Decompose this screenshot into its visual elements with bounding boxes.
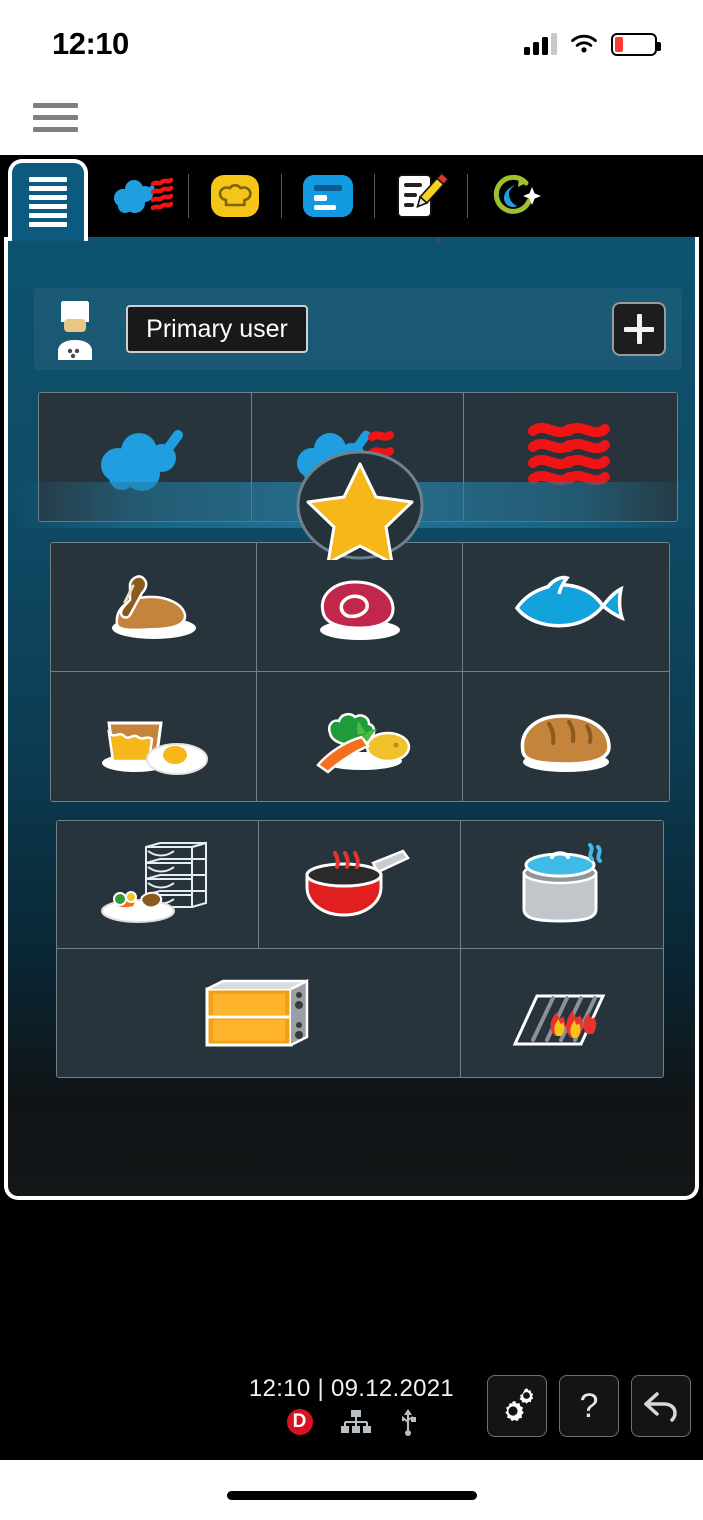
home-indicator[interactable] xyxy=(226,1491,477,1500)
wifi-icon xyxy=(571,34,597,53)
user-name-field[interactable]: Primary user xyxy=(126,305,308,353)
tab-combi-steam[interactable] xyxy=(96,155,188,237)
top-tab-bar xyxy=(0,155,703,241)
home-indicator-area xyxy=(0,1462,703,1520)
fish-icon xyxy=(514,575,625,628)
plus-icon xyxy=(624,314,654,344)
status-bar-time: 12:10 xyxy=(52,26,129,61)
cellular-signal-icon xyxy=(524,33,557,55)
notepad-pencil-icon xyxy=(397,172,448,218)
gears-icon xyxy=(505,1388,534,1422)
oven-appliance-icon xyxy=(205,978,308,1047)
banquet-rack-plate-icon xyxy=(100,841,207,923)
tool-boiling-pot[interactable] xyxy=(461,821,663,949)
tool-finishing[interactable] xyxy=(57,821,259,949)
help-button[interactable]: ? xyxy=(559,1375,619,1437)
category-bakery-bread[interactable] xyxy=(463,672,669,801)
category-fish[interactable] xyxy=(463,543,669,672)
frying-pan-icon xyxy=(305,848,410,917)
tab-cleaning[interactable] xyxy=(468,155,560,237)
pot-with-lid-icon xyxy=(522,842,602,923)
category-egg-dessert[interactable] xyxy=(51,672,257,801)
user-bar: Primary user xyxy=(34,288,682,370)
chef-hat-icon xyxy=(211,175,259,217)
battery-low-icon xyxy=(611,32,661,56)
tool-oven-unit[interactable] xyxy=(57,949,461,1077)
list-lines-icon xyxy=(29,177,67,227)
chicken-leg-icon xyxy=(111,575,196,639)
vegetables-icon xyxy=(315,712,410,774)
category-meat[interactable] xyxy=(257,543,463,672)
hamburger-menu-icon[interactable] xyxy=(33,100,78,135)
delta-badge: D xyxy=(286,1409,313,1435)
category-vegetables[interactable] xyxy=(257,672,463,801)
tab-chef-assist[interactable] xyxy=(189,155,281,237)
bread-loaf-icon xyxy=(520,713,611,772)
chef-avatar-icon xyxy=(46,298,104,360)
program-list-icon xyxy=(303,175,353,217)
add-user-button[interactable] xyxy=(612,302,666,356)
ios-status-bar: 12:10 xyxy=(0,0,703,88)
category-poultry[interactable] xyxy=(51,543,257,672)
status-bar-indicators xyxy=(524,32,661,56)
tab-manual-edit[interactable] xyxy=(375,155,467,237)
tool-grill[interactable] xyxy=(461,949,663,1077)
steam-heat-icon xyxy=(114,177,173,213)
network-icon xyxy=(340,1410,371,1433)
footer-action-buttons: ? xyxy=(487,1375,691,1437)
appliance-footer: 12:10 | 09.12.2021 D ? xyxy=(0,1205,703,1460)
appliance-screen: Primary user xyxy=(0,155,703,1205)
tool-pan-frying[interactable] xyxy=(259,821,461,949)
steak-icon xyxy=(319,580,400,640)
tab-overview-list[interactable] xyxy=(8,159,88,241)
back-arrow-icon xyxy=(644,1392,677,1422)
settings-button[interactable] xyxy=(487,1375,547,1437)
star-icon xyxy=(296,450,424,560)
clean-cycle-icon xyxy=(493,174,541,214)
food-category-grid xyxy=(50,542,670,802)
flan-egg-icon xyxy=(101,721,208,775)
main-content-panel: Primary user xyxy=(4,237,699,1200)
usb-icon xyxy=(401,1409,416,1436)
back-button[interactable] xyxy=(631,1375,691,1437)
tab-programs[interactable] xyxy=(282,155,374,237)
favorites-star-button[interactable] xyxy=(8,450,695,560)
grill-flames-icon xyxy=(512,994,606,1046)
cooking-tools-grid xyxy=(56,820,664,1078)
